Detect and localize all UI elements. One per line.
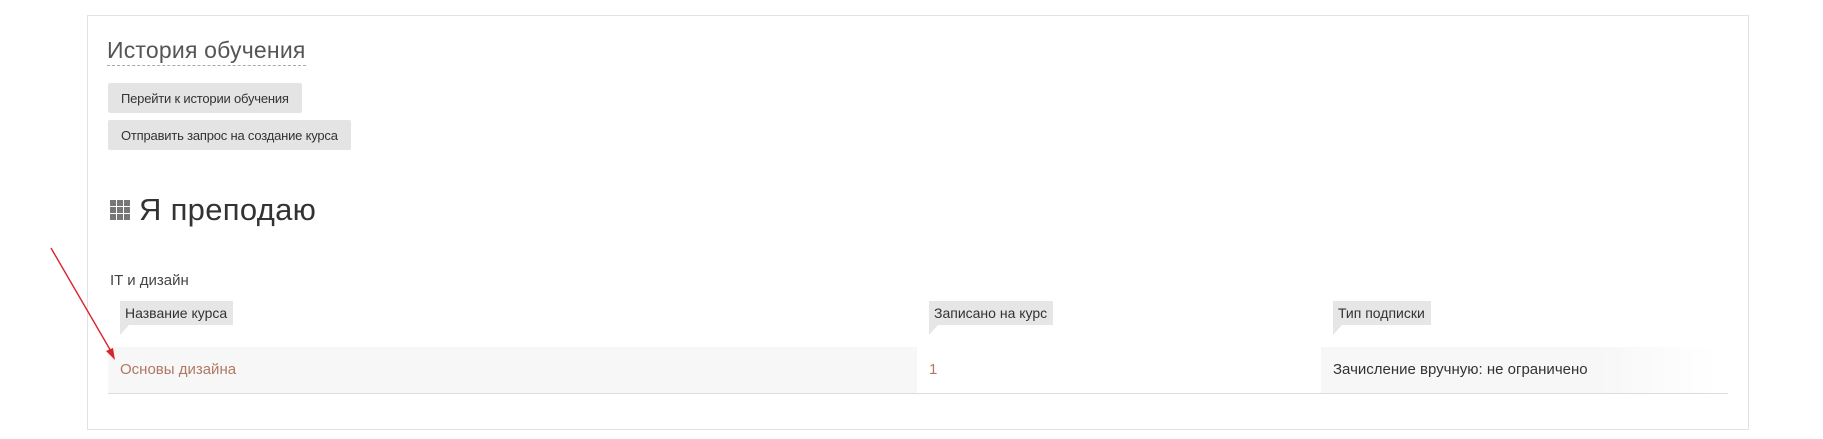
grid-icon xyxy=(110,200,130,220)
course-category: IT и дизайн xyxy=(110,272,189,289)
column-header-enrolled[interactable]: Записано на курс xyxy=(929,301,1054,335)
teaching-title: Я преподаю xyxy=(139,192,317,227)
go-to-history-button[interactable]: Перейти к истории обучения xyxy=(108,83,302,113)
table-row: Основы дизайна 1 Зачисление вручную: не … xyxy=(108,347,1728,394)
request-course-button[interactable]: Отправить запрос на создание курса xyxy=(108,120,351,150)
course-name-cell: Основы дизайна xyxy=(108,347,917,393)
course-link[interactable]: Основы дизайна xyxy=(120,361,236,378)
column-header-subscription-type[interactable]: Тип подписки xyxy=(1333,301,1431,335)
column-header-course-name[interactable]: Название курса xyxy=(120,301,234,335)
enrolled-count-link[interactable]: 1 xyxy=(929,361,937,378)
subscription-type-cell: Зачисление вручную: не ограничено xyxy=(1321,347,1716,393)
learning-history-title[interactable]: История обучения xyxy=(107,37,306,66)
teaching-heading: Я преподаю xyxy=(110,192,316,228)
